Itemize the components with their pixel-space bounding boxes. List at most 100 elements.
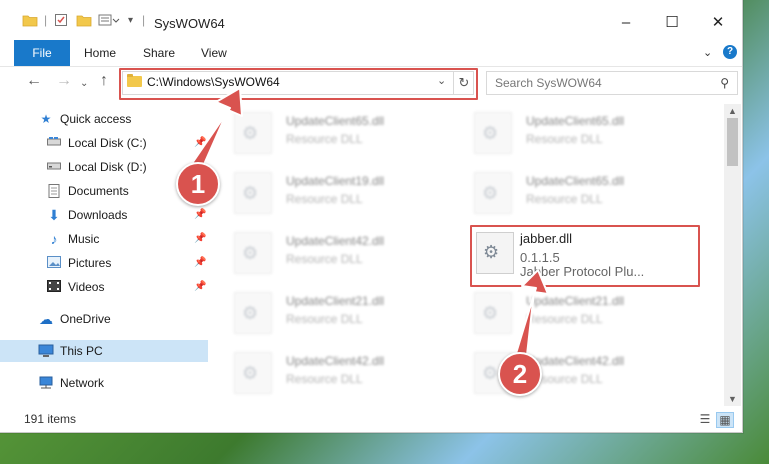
list-item[interactable]: ⚙ UpdateClient42.dll Resource DLL <box>226 348 446 396</box>
navigation-pane: ★ Quick access Local Disk (C:) 📌 Local D… <box>0 104 208 404</box>
close-button[interactable]: ✕ <box>696 8 740 36</box>
sidebar-item-label: Downloads <box>68 208 128 222</box>
sidebar-item-label: Videos <box>68 280 105 294</box>
gear-icon: ⚙ <box>242 363 259 383</box>
dll-file-icon: ⚙ <box>474 292 512 334</box>
star-icon: ★ <box>40 112 52 126</box>
separator: | <box>142 13 146 27</box>
sidebar-item-label: Music <box>68 232 100 246</box>
gear-icon: ⚙ <box>242 243 259 263</box>
search-icon: ⚲ <box>720 76 729 90</box>
chevron-down-icon[interactable]: ⌄ <box>80 78 88 89</box>
dll-file-icon: ⚙ <box>234 232 272 274</box>
sidebar-item-label: OneDrive <box>60 312 111 326</box>
pin-icon[interactable]: 📌 <box>194 137 206 148</box>
sidebar-item-label: Local Disk (D:) <box>68 160 147 174</box>
dll-file-icon: ⚙ <box>474 112 512 154</box>
list-item[interactable]: ⚙ UpdateClient65.dll Resource DLL <box>466 168 686 216</box>
list-item[interactable]: ⚙ UpdateClient65.dll Resource DLL <box>226 108 446 156</box>
gear-icon: ⚙ <box>242 123 259 143</box>
tab-view[interactable]: View <box>201 46 227 60</box>
tab-share[interactable]: Share <box>143 46 175 60</box>
address-highlight-box <box>119 68 478 100</box>
separator: | <box>44 13 48 27</box>
back-arrow-icon[interactable]: ← <box>26 72 42 90</box>
gear-icon: ⚙ <box>482 303 499 323</box>
chevron-down-icon[interactable]: ▾ <box>128 12 133 28</box>
vertical-scrollbar[interactable]: ▲ ▼ <box>724 104 741 406</box>
search-placeholder: Search SysWOW64 <box>495 76 602 90</box>
list-item[interactable]: ⚙ UpdateClient65.dll Resource DLL <box>466 108 686 156</box>
scroll-up-icon[interactable]: ▲ <box>724 104 741 118</box>
download-icon: ⬇ <box>48 207 60 223</box>
chevron-down-icon[interactable]: ⌄ <box>703 46 712 59</box>
sidebar-item-label: Local Disk (C:) <box>68 136 147 150</box>
sidebar-item-pictures[interactable]: Pictures <box>0 252 208 274</box>
sidebar-item-label: This PC <box>60 344 103 358</box>
ribbon-tabs: File Home Share View <box>0 40 742 67</box>
videos-icon <box>46 280 62 294</box>
gear-icon: ⚙ <box>242 183 259 203</box>
sidebar-item-music[interactable]: ♪ Music <box>0 228 208 250</box>
documents-icon <box>46 184 62 198</box>
tab-file[interactable]: File <box>14 40 70 66</box>
minimize-button[interactable]: – <box>604 8 648 36</box>
step-1-callout: 1 <box>176 162 220 206</box>
sidebar-item-videos[interactable]: Videos <box>0 276 208 298</box>
sidebar-item-local-disk-c[interactable]: Local Disk (C:) <box>0 132 208 154</box>
network-icon <box>38 376 54 390</box>
dll-file-icon: ⚙ <box>234 352 272 394</box>
gear-icon: ⚙ <box>482 123 499 143</box>
drive-icon <box>46 160 62 174</box>
pin-icon[interactable]: 📌 <box>194 257 206 268</box>
dll-file-icon: ⚙ <box>234 292 272 334</box>
file-highlight-box <box>470 225 700 287</box>
music-icon: ♪ <box>50 231 58 247</box>
properties-icon[interactable] <box>54 12 68 28</box>
folder-icon <box>22 12 38 28</box>
cloud-icon: ☁ <box>39 311 53 327</box>
tiles-view-icon[interactable]: ▦ <box>716 412 734 428</box>
step-2-callout: 2 <box>498 352 542 396</box>
pin-icon[interactable]: 📌 <box>194 209 206 220</box>
dll-file-icon: ⚙ <box>234 112 272 154</box>
item-count: 191 items <box>24 412 77 426</box>
list-item[interactable]: ⚙ UpdateClient21.dll Resource DLL <box>226 288 446 336</box>
list-item[interactable]: ⚙ UpdateClient21.dll Resource DLL <box>466 288 686 336</box>
sidebar-item-label: Network <box>60 376 105 390</box>
up-arrow-icon[interactable]: ↑ <box>100 72 108 90</box>
pictures-icon <box>46 256 62 270</box>
sidebar-item-label: Pictures <box>68 256 112 270</box>
customize-icon[interactable] <box>98 12 120 28</box>
gear-icon: ⚙ <box>482 183 499 203</box>
list-item[interactable]: ⚙ UpdateClient19.dll Resource DLL <box>226 168 446 216</box>
sidebar-item-network[interactable]: Network <box>0 372 208 394</box>
forward-arrow-icon[interactable]: → <box>56 72 72 90</box>
maximize-button[interactable]: ☐ <box>650 8 694 36</box>
drive-icon <box>46 136 62 150</box>
explorer-window: | ▾ | SysWOW64 – ☐ ✕ File Home Share Vie… <box>0 0 743 433</box>
sidebar-item-downloads[interactable]: ⬇ Downloads <box>0 204 208 226</box>
new-folder-icon[interactable] <box>76 12 92 28</box>
dll-file-icon: ⚙ <box>234 172 272 214</box>
sidebar-item-label: Quick access <box>60 112 132 126</box>
scroll-down-icon[interactable]: ▼ <box>724 392 741 406</box>
gear-icon: ⚙ <box>242 303 259 323</box>
sidebar-item-label: Documents <box>68 184 129 198</box>
sidebar-item-onedrive[interactable]: ☁ OneDrive <box>0 308 208 330</box>
sidebar-item-quick-access[interactable]: ★ Quick access <box>0 108 208 130</box>
list-item[interactable]: ⚙ UpdateClient42.dll Resource DLL <box>226 228 446 276</box>
status-bar: 191 items ☰ ▦ <box>0 406 742 432</box>
details-view-icon[interactable]: ☰ <box>697 412 713 426</box>
dll-file-icon: ⚙ <box>474 172 512 214</box>
tab-home[interactable]: Home <box>84 46 116 60</box>
sidebar-item-this-pc[interactable]: This PC <box>0 340 208 362</box>
help-icon[interactable]: ? <box>723 45 737 59</box>
window-title: SysWOW64 <box>154 16 225 31</box>
pin-icon[interactable]: 📌 <box>194 281 206 292</box>
title-bar: | ▾ | SysWOW64 – ☐ ✕ <box>0 0 742 40</box>
scroll-thumb[interactable] <box>727 118 738 166</box>
monitor-icon <box>38 344 54 358</box>
search-input[interactable]: Search SysWOW64 ⚲ <box>486 71 738 95</box>
pin-icon[interactable]: 📌 <box>194 233 206 244</box>
